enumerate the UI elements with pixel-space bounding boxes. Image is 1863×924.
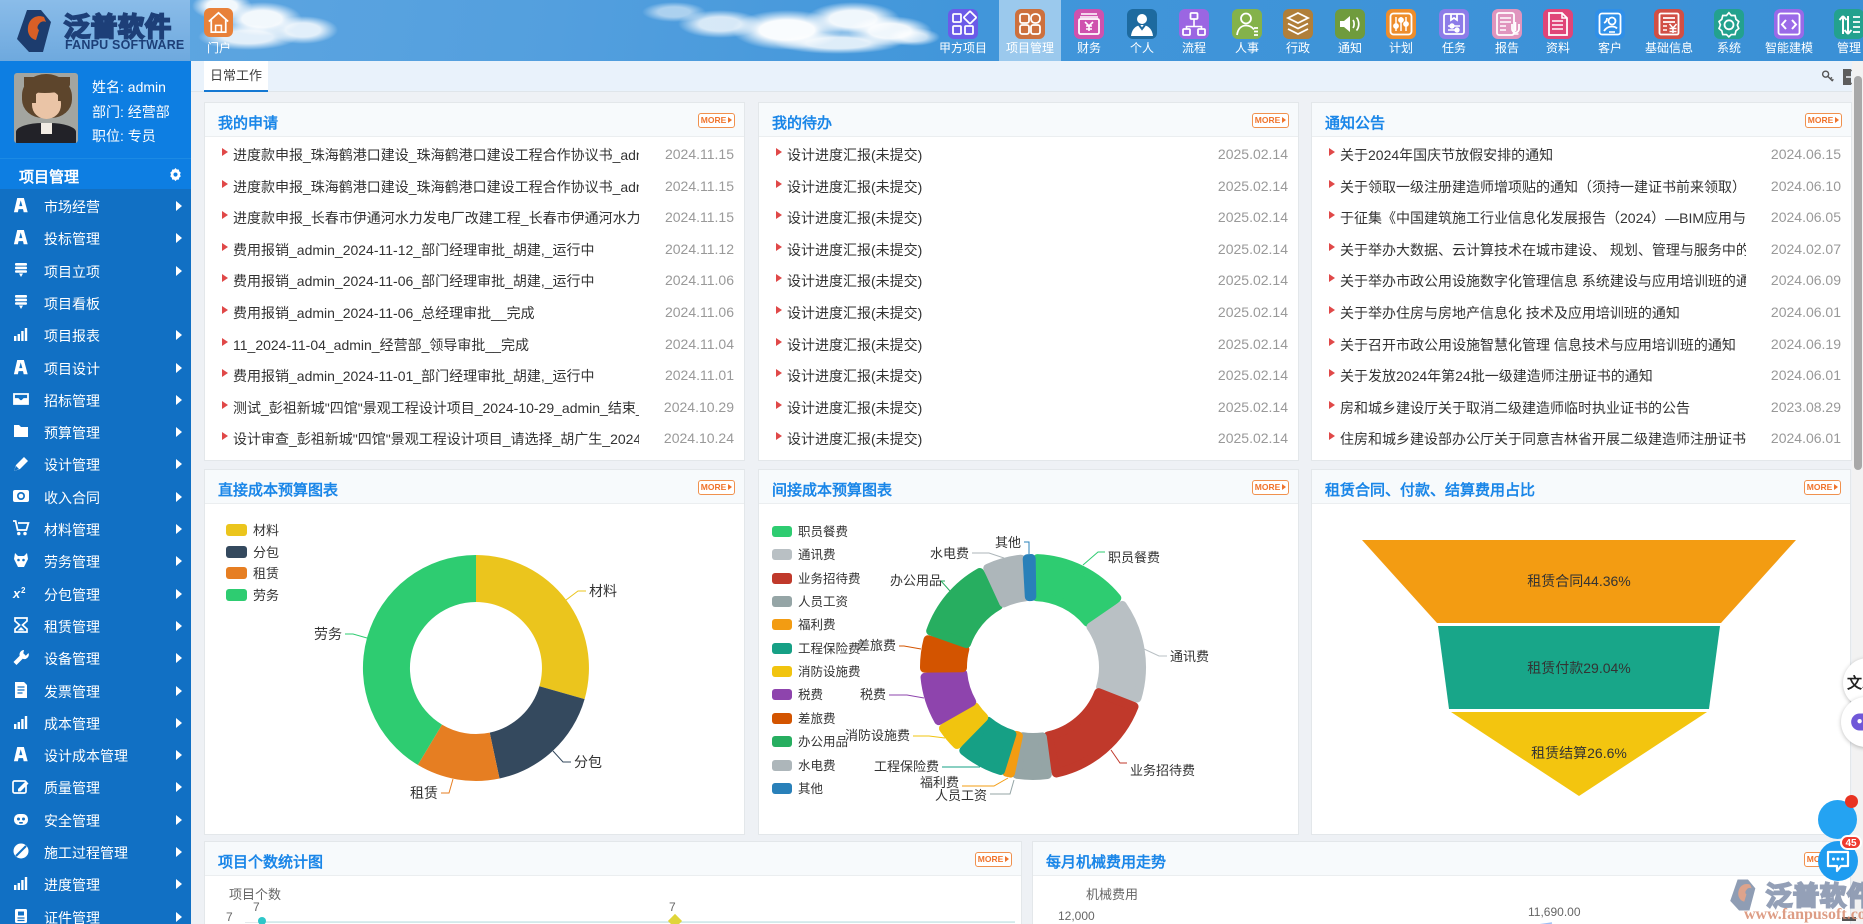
svg-text:x: x [12, 586, 21, 601]
svg-text:业务招待费: 业务招待费 [1130, 763, 1195, 778]
svg-text:其他: 其他 [995, 535, 1021, 550]
svg-text:租赁合同44.36%: 租赁合同44.36% [1527, 573, 1630, 589]
svg-text:水电费: 水电费 [930, 546, 969, 561]
svg-text:租赁结算26.6%: 租赁结算26.6% [1531, 745, 1627, 761]
svg-text:福利费: 福利费 [920, 775, 959, 790]
svg-text:办公用品: 办公用品 [890, 573, 942, 588]
svg-text:职员餐费: 职员餐费 [1108, 550, 1160, 565]
svg-text:税费: 税费 [860, 687, 886, 702]
svg-text:人员工资: 人员工资 [935, 788, 987, 803]
svg-text:分包: 分包 [574, 754, 602, 770]
svg-text:2: 2 [21, 586, 26, 595]
svg-text:租赁: 租赁 [410, 785, 438, 801]
svg-text:租赁付款29.04%: 租赁付款29.04% [1527, 660, 1630, 676]
svg-text:通讯费: 通讯费 [1170, 649, 1209, 664]
svg-text:消防设施费: 消防设施费 [845, 728, 910, 743]
svg-text:材料: 材料 [589, 583, 617, 599]
svg-text:差旅费: 差旅费 [857, 638, 896, 653]
svg-text:劳务: 劳务 [314, 626, 342, 642]
svg-text:工程保险费: 工程保险费 [874, 759, 939, 774]
